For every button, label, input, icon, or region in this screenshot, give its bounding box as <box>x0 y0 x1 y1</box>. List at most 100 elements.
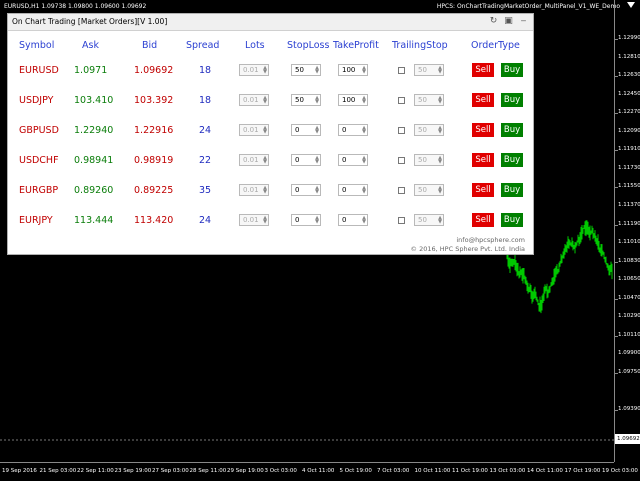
price-axis[interactable]: 1.09692 1.12990 1.12630 1.12270 1.11910 1.11… <box>614 0 640 462</box>
spinner-arrows-icon[interactable]: ▲ ▼ <box>362 216 366 225</box>
spinner-arrows-icon[interactable]: ▲ ▼ <box>315 66 319 75</box>
row-symbol: USDCHF <box>19 155 59 166</box>
stoploss-input[interactable]: 0 ▲ ▼ <box>291 124 321 136</box>
panel-titlebar[interactable]: On Chart Trading [Market Orders][V 1.00]… <box>8 14 533 31</box>
trailingstop-input[interactable]: 50 ▲ ▼ <box>414 184 444 196</box>
trailingstop-input[interactable]: 50 ▲ ▼ <box>414 154 444 166</box>
lots-input[interactable]: 0.01 ▲ ▼ <box>239 64 269 76</box>
spinner-arrows-icon[interactable]: ▲ ▼ <box>263 96 267 105</box>
buy-button[interactable]: Buy <box>501 123 523 137</box>
trailingstop-checkbox[interactable] <box>398 67 405 74</box>
save-icon[interactable]: ▣ <box>503 16 514 27</box>
refresh-icon[interactable]: ↻ <box>488 16 499 27</box>
spinner-arrows-icon[interactable]: ▲ ▼ <box>438 216 442 225</box>
spinner-arrows-icon[interactable]: ▲ ▼ <box>263 126 267 135</box>
spinner-arrows-icon[interactable]: ▲ ▼ <box>263 66 267 75</box>
sell-button[interactable]: Sell <box>472 123 494 137</box>
time-axis[interactable]: 19 Sep 2016 21 Sep 03:00 22 Sep 11:00 23 Se… <box>0 462 638 481</box>
takeprofit-input[interactable]: 100 ▲ ▼ <box>338 94 368 106</box>
spinner-arrows-icon[interactable]: ▲ ▼ <box>362 96 366 105</box>
spinner-arrows-icon[interactable]: ▲ ▼ <box>438 126 442 135</box>
time-label: 27 Sep 03:00 <box>152 468 189 474</box>
row-ask-price: 113.444 <box>74 215 114 226</box>
time-label: 11 Oct 19:00 <box>452 468 488 474</box>
column-header-takeprofit: TakeProfit <box>333 40 379 51</box>
spinner-arrows-icon[interactable]: ▲ ▼ <box>362 186 366 195</box>
column-header-stoploss: StopLoss <box>287 40 330 51</box>
trailingstop-checkbox[interactable] <box>398 97 405 104</box>
trailingstop-input[interactable]: 50 ▲ ▼ <box>414 94 444 106</box>
time-label: 19 Oct 03:00 <box>602 468 638 474</box>
trailingstop-input[interactable]: 50 ▲ ▼ <box>414 214 444 226</box>
sell-button[interactable]: Sell <box>472 213 494 227</box>
spinner-arrows-icon[interactable]: ▲ ▼ <box>362 66 366 75</box>
buy-button[interactable]: Buy <box>501 153 523 167</box>
takeprofit-input[interactable]: 0 ▲ ▼ <box>338 184 368 196</box>
takeprofit-input[interactable]: 0 ▲ ▼ <box>338 154 368 166</box>
row-ask-price: 0.89260 <box>74 185 114 196</box>
spinner-arrows-icon[interactable]: ▲ ▼ <box>438 186 442 195</box>
sell-button[interactable]: Sell <box>472 153 494 167</box>
row-ask-price: 103.410 <box>74 95 114 106</box>
takeprofit-input[interactable]: 0 ▲ ▼ <box>338 124 368 136</box>
spinner-arrows-icon[interactable]: ▲ ▼ <box>438 96 442 105</box>
lots-input[interactable]: 0.01 ▲ ▼ <box>239 184 269 196</box>
spinner-arrows-icon[interactable]: ▲ ▼ <box>438 66 442 75</box>
stoploss-input[interactable]: 0 ▲ ▼ <box>291 214 321 226</box>
lots-input-value: 0.01 <box>243 156 259 164</box>
stoploss-input[interactable]: 0 ▲ ▼ <box>291 154 321 166</box>
row-symbol: USDJPY <box>19 95 54 106</box>
spinner-arrows-icon[interactable]: ▲ ▼ <box>263 186 267 195</box>
takeprofit-input-value: 0 <box>342 126 347 134</box>
time-label: 10 Oct 11:00 <box>414 468 451 474</box>
price-label: 1.12810 <box>618 53 640 60</box>
spinner-arrows-icon[interactable]: ▲ ▼ <box>263 216 267 225</box>
trailingstop-checkbox[interactable] <box>398 217 405 224</box>
panel-title: On Chart Trading [Market Orders][V 1.00] <box>12 17 168 26</box>
spinner-arrows-icon[interactable]: ▲ ▼ <box>315 156 319 165</box>
stoploss-input[interactable]: 50 ▲ ▼ <box>291 64 321 76</box>
takeprofit-input[interactable]: 100 ▲ ▼ <box>338 64 368 76</box>
trailingstop-input[interactable]: 50 ▲ ▼ <box>414 124 444 136</box>
time-label: 5 Oct 19:00 <box>339 468 372 474</box>
sell-button[interactable]: Sell <box>472 183 494 197</box>
trailingstop-checkbox[interactable] <box>398 187 405 194</box>
stoploss-input[interactable]: 0 ▲ ▼ <box>291 184 321 196</box>
buy-button[interactable]: Buy <box>501 183 523 197</box>
trailingstop-input[interactable]: 50 ▲ ▼ <box>414 64 444 76</box>
column-header-trailingstop: TrailingStop <box>392 40 448 51</box>
spinner-arrows-icon[interactable]: ▲ ▼ <box>362 156 366 165</box>
lots-input[interactable]: 0.01 ▲ ▼ <box>239 214 269 226</box>
spinner-arrows-icon[interactable]: ▲ ▼ <box>362 126 366 135</box>
lots-input[interactable]: 0.01 ▲ ▼ <box>239 124 269 136</box>
spinner-arrows-icon[interactable]: ▲ ▼ <box>438 156 442 165</box>
lots-input[interactable]: 0.01 ▲ ▼ <box>239 154 269 166</box>
spinner-arrows-icon[interactable]: ▲ ▼ <box>315 186 319 195</box>
minimize-icon[interactable]: ‒ <box>518 16 529 27</box>
price-label: 1.11550 <box>618 183 640 190</box>
trailingstop-checkbox[interactable] <box>398 157 405 164</box>
stoploss-input[interactable]: 50 ▲ ▼ <box>291 94 321 106</box>
trailingstop-input-value: 50 <box>418 216 427 224</box>
price-label: 1.10830 <box>618 257 640 264</box>
sell-button[interactable]: Sell <box>472 63 494 77</box>
price-label: 1.12270 <box>618 109 640 116</box>
price-label: 1.12090 <box>618 127 640 134</box>
takeprofit-input-value: 0 <box>342 216 347 224</box>
spinner-arrows-icon[interactable]: ▲ ▼ <box>315 126 319 135</box>
buy-button[interactable]: Buy <box>501 63 523 77</box>
spinner-arrows-icon[interactable]: ▲ ▼ <box>315 96 319 105</box>
sell-button[interactable]: Sell <box>472 93 494 107</box>
price-label: 1.11190 <box>618 220 640 227</box>
takeprofit-input[interactable]: 0 ▲ ▼ <box>338 214 368 226</box>
lots-input[interactable]: 0.01 ▲ ▼ <box>239 94 269 106</box>
time-label: 3 Oct 03:00 <box>264 468 297 474</box>
spinner-arrows-icon[interactable]: ▲ ▼ <box>315 216 319 225</box>
buy-button[interactable]: Buy <box>501 213 523 227</box>
price-label: 1.11910 <box>618 146 640 153</box>
row-spread: 24 <box>199 215 212 226</box>
buy-button[interactable]: Buy <box>501 93 523 107</box>
trailingstop-checkbox[interactable] <box>398 127 405 134</box>
spinner-arrows-icon[interactable]: ▲ ▼ <box>263 156 267 165</box>
lots-input-value: 0.01 <box>243 126 259 134</box>
